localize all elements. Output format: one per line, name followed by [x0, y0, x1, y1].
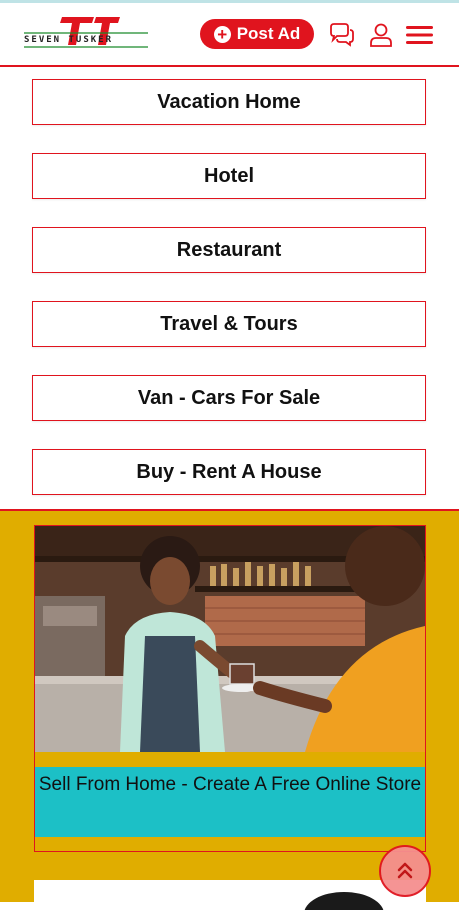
promo-card[interactable]: Sell From Home - Create A Free Online St…	[34, 525, 426, 852]
category-hotel[interactable]: Hotel	[32, 153, 426, 199]
post-ad-button[interactable]: + Post Ad	[200, 19, 314, 49]
menu-icon[interactable]	[405, 21, 433, 49]
promo-caption[interactable]: Sell From Home - Create A Free Online St…	[35, 767, 425, 837]
site-header: SEVEN TUSKER + Post Ad	[0, 3, 459, 67]
double-chevron-up-icon	[397, 862, 413, 879]
category-travel-tours[interactable]: Travel & Tours	[32, 301, 426, 347]
scroll-to-top-button[interactable]	[379, 845, 431, 897]
category-vacation-home[interactable]: Vacation Home	[32, 79, 426, 125]
chat-icon[interactable]	[328, 21, 356, 49]
post-ad-label: Post Ad	[236, 24, 301, 43]
category-van-cars-for-sale[interactable]: Van - Cars For Sale	[32, 375, 426, 421]
next-promo-card[interactable]	[34, 880, 426, 915]
next-card-photo	[304, 892, 384, 915]
promo-section: Sell From Home - Create A Free Online St…	[0, 509, 459, 915]
logo-text: SEVEN TUSKER	[24, 35, 114, 45]
plus-icon: +	[213, 25, 231, 43]
cafe-photo	[35, 526, 425, 752]
logo[interactable]: SEVEN TUSKER	[22, 15, 152, 55]
user-icon[interactable]	[367, 21, 395, 49]
category-restaurant[interactable]: Restaurant	[32, 227, 426, 273]
category-buy-rent-a-house[interactable]: Buy - Rent A House	[32, 449, 426, 495]
